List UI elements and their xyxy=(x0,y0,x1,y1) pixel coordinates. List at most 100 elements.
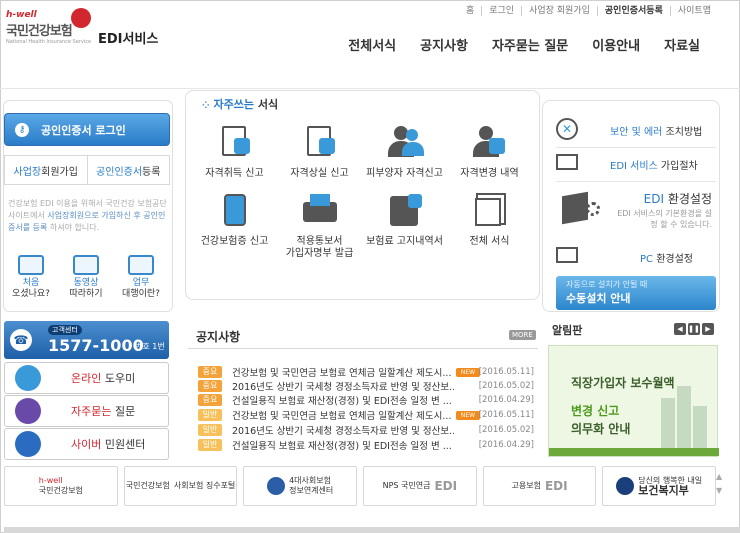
form-premium-notice[interactable]: 보험료 고지내역서 xyxy=(362,192,447,260)
desc-post: 하셔야 합니다. xyxy=(47,223,100,232)
customer-label: 고객센터 xyxy=(48,325,82,335)
notice-row[interactable]: 일반 건설일용직 보험료 재산정(경정) 및 EDI전송 일정 변 ... [2… xyxy=(198,438,538,452)
form-qualification-change[interactable]: 자격변경 내역 xyxy=(447,124,532,180)
form-qualification-loss[interactable]: 자격상실 신고 xyxy=(277,124,362,180)
card-icon xyxy=(216,192,254,228)
banner-collection-portal[interactable]: 국민건강보험 사회보험 징수포털 xyxy=(123,466,238,506)
quick-first-rest: 오셨나요? xyxy=(12,289,50,299)
cert-register-button[interactable]: 공인인증서 등록 xyxy=(86,156,170,184)
form-all[interactable]: 전체 서식 xyxy=(447,192,532,260)
form-label: 적용통보서 가입자명부 발급 xyxy=(285,236,354,259)
page-shadow xyxy=(4,527,740,533)
nav-all-forms[interactable]: 전체서식 xyxy=(348,35,396,54)
cert-register-blue: 공인인증서 xyxy=(96,166,143,178)
manual-install-button[interactable]: 자동으로 설치가 안될 때 수동설치 안내 xyxy=(556,276,716,310)
forms-title-blue: 자주쓰는 xyxy=(213,98,255,111)
alarm-banner[interactable]: 직장가입자 보수월액 변경 신고 의무화 안내 xyxy=(548,345,719,457)
form-dependent[interactable]: 피부양자 자격신고 xyxy=(362,124,447,180)
notice-row[interactable]: 일반 건강보험 및 국민연금 보험료 연체금 일할계산 제도시... NEW [… xyxy=(198,408,538,422)
online-helper-button[interactable]: 온라인 도우미 xyxy=(4,362,169,394)
form-qualification-acquire[interactable]: 자격취득 신고 xyxy=(192,124,277,180)
form-label: 전체 서식 xyxy=(469,236,510,247)
notice-divider xyxy=(188,348,538,349)
alarm-controls: ◀ ❚❚ ▶ xyxy=(674,323,714,335)
notice-tag: 중요 xyxy=(198,366,222,378)
form-insurance-card[interactable]: 건강보험증 신고 xyxy=(192,192,277,260)
quick-agency[interactable]: 업무 대행이란? xyxy=(116,255,166,300)
form-label: 자격취득 신고 xyxy=(205,168,264,179)
banner-big: EDI xyxy=(434,479,458,493)
customer-center[interactable]: ☎ 고객센터 1577-1000 번호 1번 xyxy=(4,321,169,359)
edi-env-desc: EDI 서비스의 기본환경을 설정 할 수 있습니다. xyxy=(617,209,712,229)
banner-4insurance[interactable]: 4대사회보험 정보연계센터 xyxy=(243,466,358,506)
notice-tag: 일반 xyxy=(198,439,222,451)
utility-links: 홈 로그인 사업장 회원가입 공인인증서등록 사이트맵 xyxy=(459,6,718,16)
banner-nhis[interactable]: h-well 국민건강보험 xyxy=(4,466,118,506)
util-sitemap-link[interactable]: 사이트맵 xyxy=(669,6,718,16)
util-home-link[interactable]: 홈 xyxy=(459,6,481,16)
notice-text: 2016년도 상반기 국세청 경정소득자료 반영 및 정산보... xyxy=(232,382,454,393)
notice-row[interactable]: 중요 건강보험 및 국민연금 보험료 연체금 일할계산 제도시... NEW [… xyxy=(198,365,538,379)
building-icon xyxy=(677,386,691,448)
nav-notice[interactable]: 공지사항 xyxy=(420,35,468,54)
people-icon xyxy=(15,431,41,457)
notice-date: [2016.05.02] xyxy=(478,425,534,435)
family-icon xyxy=(386,124,424,160)
member-join-rest: 회원가입 xyxy=(41,166,78,178)
forms-title: ⁘ 자주쓰는 서식 xyxy=(202,96,278,112)
edi-join-link[interactable]: EDI 서비스 가입절차 xyxy=(556,152,716,182)
form-notification-issue[interactable]: 적용통보서 가입자명부 발급 xyxy=(277,192,362,260)
login-description: 건강보험 EDI 이용을 위해서 국민건강 보험공단 사이트에서 사업장회원으로… xyxy=(8,198,168,234)
notice-row[interactable]: 중요 2016년도 상반기 국세청 경정소득자료 반영 및 정산보... [20… xyxy=(198,379,538,393)
nav-guide[interactable]: 이용안내 xyxy=(592,35,640,54)
nhis-logo[interactable]: h-well 국민건강보험 National Health Insurance … xyxy=(6,8,96,50)
quick-video-blue: 동영상 xyxy=(73,278,99,288)
util-login-link[interactable]: 로그인 xyxy=(481,6,521,16)
pc-env-link[interactable]: PC 환경설정 xyxy=(556,245,716,269)
calculator-icon xyxy=(386,192,424,228)
taeguk-icon xyxy=(616,477,635,495)
faq-button[interactable]: 자주묻는 질문 xyxy=(4,395,169,427)
doc-pen-icon xyxy=(216,124,254,160)
notice-date: [2016.05.11] xyxy=(478,410,534,420)
nav-faq[interactable]: 자주묻는 질문 xyxy=(492,35,568,54)
faq-red: 자주묻는 xyxy=(71,405,112,418)
customer-number: 1577-1000 xyxy=(48,336,144,355)
quick-first-visit[interactable]: 처음 오셨나요? xyxy=(6,255,56,300)
banner-big: 국민건강보험 xyxy=(38,486,83,495)
form-label: 건강보험증 신고 xyxy=(200,236,269,247)
banner-scroll-arrows[interactable]: ▲ ▼ xyxy=(716,470,722,498)
nav-archive[interactable]: 자료실 xyxy=(664,35,700,54)
new-badge: NEW xyxy=(456,410,480,420)
banner-welfare-ministry[interactable]: 당신의 행복한 내일 보건복지부 xyxy=(602,466,717,506)
quick-video[interactable]: 동영상 따라하기 xyxy=(61,255,111,300)
agency-icon xyxy=(128,255,154,275)
install-small: 자동으로 설치가 안될 때 xyxy=(566,280,648,289)
faq-rest: 질문 xyxy=(111,405,136,418)
prev-icon[interactable]: ◀ xyxy=(674,323,686,335)
banner-big: EDI xyxy=(544,479,568,493)
util-cert-register-link[interactable]: 공인인증서등록 xyxy=(596,6,670,16)
notice-row[interactable]: 일반 2016년도 상반기 국세청 경정소득자료 반영 및 정산보... [20… xyxy=(198,423,538,437)
member-join-button[interactable]: 사업장 회원가입 xyxy=(5,156,87,184)
video-icon xyxy=(73,255,99,275)
edi-env-setting[interactable]: EDI 환경설정 EDI 서비스의 기본환경을 설정 할 수 있습니다. xyxy=(556,186,716,236)
pause-icon[interactable]: ❚❚ xyxy=(688,323,700,335)
cert-login-button[interactable]: ⚷ 공인인증서 로그인 xyxy=(4,113,170,146)
building-icon xyxy=(693,406,707,448)
notice-row[interactable]: 중요 건설일용직 보험료 재산정(경정) 및 EDI전송 일정 변 ... [2… xyxy=(198,393,538,407)
banner-big: 보건복지부 xyxy=(638,484,689,497)
printer-icon xyxy=(301,192,339,228)
cyber-center-button[interactable]: 사이버 민원센터 xyxy=(4,428,169,460)
building-icon xyxy=(661,398,675,448)
banner-nps-edi[interactable]: NPS 국민연금 EDI xyxy=(363,466,477,506)
banner-employment-edi[interactable]: 고용보험 EDI xyxy=(482,466,597,506)
util-join-link[interactable]: 사업장 회원가입 xyxy=(521,6,597,16)
security-error-link[interactable]: ✕ 보안 및 에러 조치방법 xyxy=(556,118,716,148)
notice-more-button[interactable]: MORE xyxy=(509,330,536,340)
alarm-title: 알림판 xyxy=(552,324,583,337)
banner-small: h-well xyxy=(38,476,63,485)
next-icon[interactable]: ▶ xyxy=(702,323,714,335)
cert-register-rest: 등록 xyxy=(142,166,161,178)
question-monitor-icon xyxy=(18,255,44,275)
